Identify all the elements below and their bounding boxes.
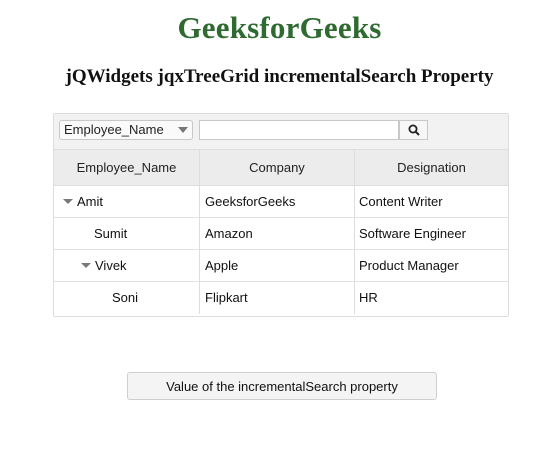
cell-employee-name: Vivek <box>54 250 200 282</box>
cell-designation: HR <box>359 290 378 305</box>
cell-employee-name: Sumit <box>54 218 200 250</box>
site-title: GeeksforGeeks <box>177 10 382 45</box>
search-field-value: Employee_Name <box>64 122 164 137</box>
tree-grid: Employee_Name Employee_Name Company Desi… <box>53 113 509 317</box>
cell-company: Apple <box>200 250 355 282</box>
employee-name: Amit <box>77 194 103 209</box>
cell-company: GeeksforGeeks <box>200 186 355 218</box>
column-header-designation[interactable]: Designation <box>355 150 508 185</box>
grid-header: Employee_Name Company Designation <box>54 150 508 186</box>
incremental-search-value-button[interactable]: Value of the incrementalSearch property <box>127 372 437 400</box>
chevron-down-icon <box>178 127 188 133</box>
table-row[interactable]: Sumit Amazon Software Engineer <box>54 218 508 250</box>
cell-employee-name: Soni <box>54 282 200 314</box>
demo-title: jQWidgets jqxTreeGrid incrementalSearch … <box>65 66 494 87</box>
search-toolbar: Employee_Name <box>54 114 508 150</box>
cell-designation: Software Engineer <box>359 226 466 241</box>
cell-company: Amazon <box>200 218 355 250</box>
cell-designation: Content Writer <box>359 194 443 209</box>
table-row[interactable]: Soni Flipkart HR <box>54 282 508 314</box>
table-row[interactable]: Vivek Apple Product Manager <box>54 250 508 282</box>
search-button[interactable] <box>399 120 428 140</box>
column-header-employee-name[interactable]: Employee_Name <box>54 150 200 185</box>
collapse-toggle-icon[interactable] <box>63 199 73 205</box>
search-input[interactable] <box>199 120 399 140</box>
table-row[interactable]: Amit GeeksforGeeks Content Writer <box>54 186 508 218</box>
search-icon <box>408 124 420 136</box>
employee-name: Vivek <box>95 258 127 273</box>
search-field-dropdown[interactable]: Employee_Name <box>59 120 193 140</box>
cell-designation: Product Manager <box>359 258 459 273</box>
employee-name: Soni <box>112 290 139 305</box>
collapse-toggle-icon[interactable] <box>81 263 91 269</box>
column-header-company[interactable]: Company <box>200 150 355 185</box>
employee-name: Sumit <box>94 226 128 241</box>
cell-employee-name: Amit <box>54 186 200 218</box>
cell-company: Flipkart <box>200 282 355 314</box>
